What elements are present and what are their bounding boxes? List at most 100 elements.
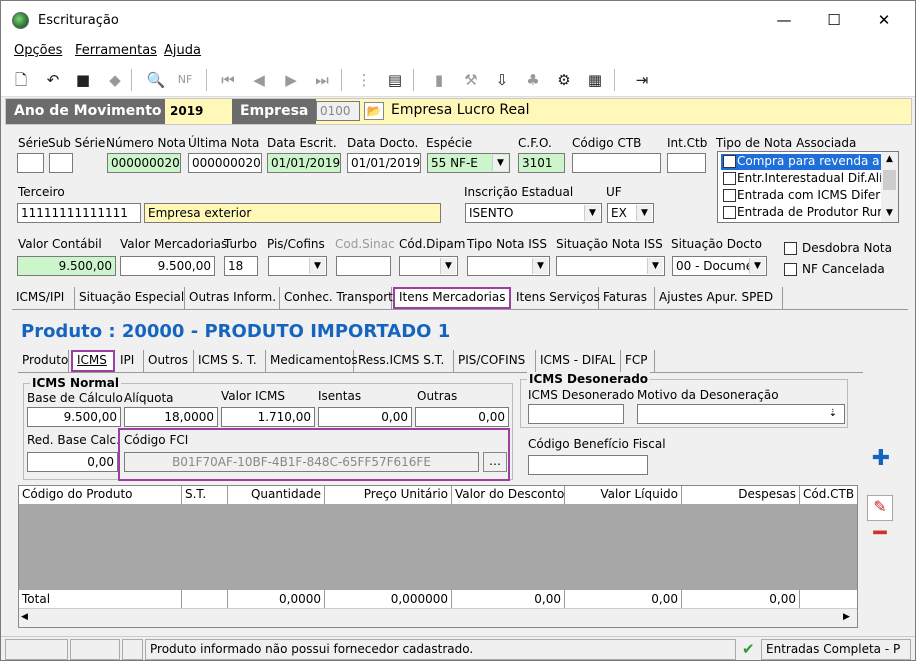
previous-record-icon[interactable]: ◀: [249, 70, 269, 90]
report-icon[interactable]: ▦: [585, 70, 605, 90]
codigo-beneficio-input[interactable]: [528, 455, 648, 475]
cfo-input[interactable]: 3101: [518, 153, 565, 173]
codigo-fci-input[interactable]: B01F70AF-10BF-4B1F-848C-65FF57F616FE: [124, 452, 479, 472]
last-record-icon[interactable]: ⏭: [312, 70, 332, 90]
chevron-left-icon[interactable]: ◀: [21, 612, 28, 622]
tab-pis-cofins[interactable]: PIS/COFINS: [454, 350, 536, 372]
ultima-nota-input[interactable]: 0000000200: [188, 153, 262, 173]
situacao-iss-select[interactable]: ▼: [556, 256, 665, 276]
data-escrit-input[interactable]: 01/01/2019: [267, 153, 341, 173]
minimize-button[interactable]: —: [769, 9, 799, 31]
exit-icon[interactable]: ⇥: [632, 70, 652, 90]
column-header[interactable]: Valor Líquido: [565, 486, 682, 504]
eraser-icon[interactable]: ◆: [105, 70, 125, 90]
situacao-docto-select[interactable]: 00 - Documer ▼: [672, 256, 767, 276]
valor-contabil-input[interactable]: 9.500,00: [17, 256, 116, 276]
numero-nota-input[interactable]: 0000000200: [107, 153, 181, 173]
tab-icms-ipi[interactable]: ICMS/IPI: [12, 287, 75, 309]
column-header[interactable]: Valor do Desconto: [452, 486, 565, 504]
tab-icms-st[interactable]: ICMS S. T.: [194, 350, 266, 372]
valor-icms-input[interactable]: 1.710,00: [221, 407, 315, 427]
grid-scrollbar[interactable]: ◀ ▶: [19, 608, 857, 627]
users-icon[interactable]: ♣: [523, 70, 543, 90]
edit-item-button[interactable]: ✎: [867, 495, 893, 521]
motivo-desoneracao-select[interactable]: ⇣: [637, 404, 845, 424]
export-icon[interactable]: ⇩: [492, 70, 512, 90]
tab-ajustes-sped[interactable]: Ajustes Apur. SPED: [655, 287, 783, 309]
open-folder-icon[interactable]: 📂: [364, 102, 384, 120]
tab-fcp[interactable]: FCP: [621, 350, 655, 372]
print-preview-icon[interactable]: 🔍: [146, 70, 166, 90]
tab-ipi[interactable]: IPI: [116, 350, 144, 372]
tree-icon[interactable]: ⋮: [354, 70, 374, 90]
maximize-button[interactable]: ☐: [819, 9, 849, 31]
tab-medicamentos[interactable]: Medicamentos: [266, 350, 358, 372]
tab-icms[interactable]: ICMS: [71, 350, 115, 372]
outras-input[interactable]: 0,00: [415, 407, 509, 427]
int-ctb-input[interactable]: [667, 153, 706, 173]
list-item[interactable]: Entr.Interestadual Dif.Alíq: [721, 171, 890, 187]
listbox-scrollbar[interactable]: ▲ ▼: [881, 152, 898, 222]
next-record-icon[interactable]: ▶: [281, 70, 301, 90]
desdobra-checkbox[interactable]: [784, 242, 797, 255]
tipo-nota-listbox[interactable]: Compra para revenda a co Entr.Interestad…: [717, 151, 899, 223]
empresa-code[interactable]: 0100: [316, 101, 360, 121]
nfe-icon[interactable]: NF: [175, 70, 195, 90]
tab-faturas[interactable]: Faturas: [599, 287, 655, 309]
icms-desonerado-input[interactable]: [528, 404, 624, 424]
chevron-right-icon[interactable]: ▶: [843, 612, 850, 622]
inscricao-select[interactable]: ISENTO ▼: [465, 203, 602, 223]
codigo-ctb-input[interactable]: [572, 153, 661, 173]
close-button[interactable]: ✕: [869, 9, 899, 31]
menu-opcoes[interactable]: Opções: [14, 43, 62, 58]
tab-conhec-transporte[interactable]: Conhec. Transporte: [280, 287, 400, 309]
ano-value[interactable]: 2019: [167, 100, 213, 122]
isentas-input[interactable]: 0,00: [318, 407, 412, 427]
add-item-button[interactable]: ✚: [868, 448, 894, 474]
first-record-icon[interactable]: ⏮: [218, 70, 238, 90]
menu-ferramentas[interactable]: Ferramentas: [75, 43, 157, 58]
especie-select[interactable]: 55 NF-E ▼: [427, 153, 510, 173]
list-item[interactable]: Compra para revenda a co: [721, 154, 881, 170]
column-header[interactable]: S.T.: [182, 486, 228, 504]
red-base-input[interactable]: 0,00: [27, 452, 118, 472]
column-header[interactable]: Cód.CTB: [800, 486, 857, 504]
pis-cofins-select[interactable]: ▼: [268, 256, 327, 276]
tools-icon[interactable]: ⚒: [461, 70, 481, 90]
sub-serie-input[interactable]: [49, 153, 73, 173]
save-icon[interactable]: ■: [73, 70, 93, 90]
column-header[interactable]: Código do Produto: [19, 486, 182, 504]
chevron-down-icon[interactable]: ▼: [881, 208, 898, 218]
tab-outros[interactable]: Outros: [144, 350, 194, 372]
cfop-icon[interactable]: ⚙: [554, 70, 574, 90]
list-item[interactable]: Entrada com ICMS Diferido: [721, 188, 899, 204]
turbo-input[interactable]: 18: [224, 256, 258, 276]
valor-mercadorias-input[interactable]: 9.500,00: [120, 256, 215, 276]
cod-sinac-input[interactable]: [336, 256, 391, 276]
chevron-up-icon[interactable]: ▲: [881, 154, 898, 164]
menu-ajuda[interactable]: Ajuda: [164, 43, 201, 58]
tab-itens-mercadorias[interactable]: Itens Mercadorias: [393, 287, 511, 309]
tab-situacao-especial[interactable]: Situação Especial: [75, 287, 185, 309]
folder-icon[interactable]: ▮: [429, 70, 449, 90]
remove-item-button[interactable]: ━: [867, 523, 893, 549]
calculator-icon[interactable]: ▤: [385, 70, 405, 90]
list-item[interactable]: Entrada de Produtor Rural: [721, 205, 893, 221]
undo-icon[interactable]: ↶: [43, 70, 63, 90]
base-calculo-input[interactable]: 9.500,00: [27, 407, 121, 427]
column-header[interactable]: Quantidade: [228, 486, 325, 504]
column-header[interactable]: Preço Unitário: [325, 486, 452, 504]
aliquota-input[interactable]: 18,0000: [124, 407, 218, 427]
serie-input[interactable]: [17, 153, 44, 173]
uf-select[interactable]: EX ▼: [607, 203, 654, 223]
tab-itens-servicos[interactable]: Itens Serviços: [512, 287, 600, 309]
cancelada-checkbox[interactable]: [784, 263, 797, 276]
tab-ress-icms-st[interactable]: Ress.ICMS S.T.: [354, 350, 454, 372]
fci-browse-button[interactable]: …: [483, 452, 507, 472]
tipo-iss-select[interactable]: ▼: [467, 256, 550, 276]
grid-body[interactable]: [19, 504, 857, 590]
tab-icms-difal[interactable]: ICMS - DIFAL: [536, 350, 621, 372]
new-document-icon[interactable]: 🗋: [11, 70, 31, 90]
data-docto-input[interactable]: 01/01/2019: [347, 153, 421, 173]
tab-produto[interactable]: Produto: [18, 350, 69, 372]
